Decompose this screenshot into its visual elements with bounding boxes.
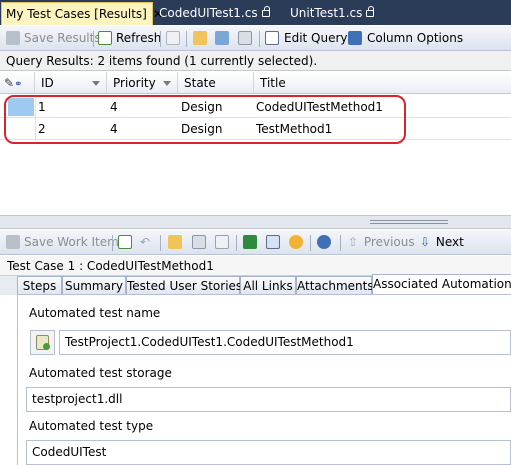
delete-icon[interactable] (215, 235, 229, 249)
send-email-icon[interactable] (289, 235, 303, 249)
work-item-toolbar: Save Work Item ↶ ⇧ Previous ⇩ Next (0, 230, 511, 255)
sort-arrow-icon (92, 81, 100, 86)
column-options-button[interactable]: Column Options (348, 26, 463, 50)
new-linked-item-icon[interactable] (168, 235, 182, 249)
tab-steps[interactable]: Steps (17, 276, 62, 295)
work-item-title: Test Case 1 : CodedUITestMethod1 (0, 256, 511, 276)
work-item-tabs: Steps Summary Tested User Stories All Li… (0, 274, 511, 295)
toolbar-separator (93, 31, 94, 47)
browse-automation-button[interactable] (30, 330, 55, 355)
automated-test-type-field[interactable]: CodedUITest (26, 440, 511, 465)
automated-test-name-label: Automated test name (29, 306, 161, 320)
copy-icon[interactable] (192, 235, 206, 249)
toolbar-separator (186, 31, 187, 47)
tab-all-links[interactable]: All Links (240, 276, 296, 295)
tab-tested-user-stories[interactable]: Tested User Stories (126, 276, 242, 295)
previous-label: Previous (363, 235, 415, 249)
column-header-state[interactable]: State (178, 72, 254, 94)
highlight-annotation (4, 95, 406, 144)
refresh-icon[interactable] (118, 235, 132, 249)
tab-associated-automation[interactable]: Associated Automation (372, 274, 511, 295)
document-tab-strip: My Test Cases [Results] ✕ CodedUITest1.cs… (0, 0, 511, 25)
tab-attachments[interactable]: Attachments (296, 276, 374, 295)
save-results-label: Save Results (24, 31, 101, 45)
save-work-item-button[interactable]: Save Work Item (6, 230, 119, 254)
automated-test-storage-label: Automated test storage (29, 366, 172, 380)
find-icon[interactable] (317, 235, 331, 249)
link-icon: ⚭ (14, 79, 23, 90)
column-options-icon (348, 31, 362, 45)
toolbar-separator (112, 235, 113, 251)
doc-tab-label: UnitTest1.cs (290, 6, 363, 20)
lock-icon (366, 6, 375, 17)
doc-tab-label: CodedUITest1.cs (159, 6, 258, 20)
excel-icon[interactable] (243, 235, 257, 249)
refresh-button[interactable]: Refresh (98, 26, 161, 50)
automated-test-name-field[interactable]: TestProject1.CodedUITest1.CodedUITestMet… (59, 330, 511, 355)
sort-arrow-icon (163, 81, 171, 86)
column-header-label: Priority (113, 76, 156, 90)
edit-query-icon (265, 31, 279, 45)
new-work-item-icon[interactable] (193, 31, 207, 45)
next-button[interactable]: ⇩ Next (420, 230, 464, 254)
delete-icon[interactable] (166, 31, 180, 45)
column-header-label: Title (260, 76, 286, 90)
column-header-title[interactable]: Title (254, 72, 511, 94)
previous-button[interactable]: ⇧ Previous (348, 230, 415, 254)
open-in-excel-icon[interactable] (215, 31, 229, 45)
save-results-button[interactable]: Save Results (6, 26, 101, 50)
toolbar-separator (259, 31, 260, 47)
edit-query-button[interactable]: Edit Query (265, 26, 348, 50)
lock-icon (261, 6, 270, 17)
toolbar-separator (236, 235, 237, 251)
doc-tab-unittest1[interactable]: UnitTest1.cs (290, 2, 375, 25)
toolbar-separator (160, 31, 161, 47)
splitter-grip[interactable] (370, 220, 448, 224)
save-work-item-label: Save Work Item (24, 235, 119, 249)
query-toolbar: Save Results Refresh Edit Query Column O… (0, 26, 511, 51)
edit-query-label: Edit Query (284, 31, 348, 45)
automated-test-type-label: Automated test type (29, 419, 154, 433)
tab-summary[interactable]: Summary (62, 276, 126, 295)
grid-header-indicators: ✎⚭ (0, 72, 35, 94)
toolbar-separator (340, 235, 341, 251)
refresh-label: Refresh (116, 31, 162, 45)
toolbar-separator (160, 235, 161, 251)
doc-tab-codeduitest1[interactable]: CodedUITest1.cs (159, 2, 270, 25)
column-header-label: ID (41, 76, 54, 90)
pencil-icon: ✎ (4, 76, 15, 90)
undo-icon[interactable]: ↶ (140, 235, 154, 249)
refresh-icon (98, 31, 112, 45)
toolbar-separator (310, 235, 311, 251)
save-icon (6, 235, 20, 249)
print-icon[interactable] (266, 235, 280, 249)
column-header-priority[interactable]: Priority (107, 72, 178, 94)
column-options-label: Column Options (367, 31, 464, 45)
doc-tab-label: My Test Cases [Results] (6, 7, 147, 21)
copy-icon[interactable] (238, 31, 252, 45)
save-icon (6, 31, 20, 45)
up-arrow-icon: ⇧ (348, 235, 359, 249)
query-results-status: Query Results: 2 items found (1 currentl… (0, 51, 511, 71)
automated-test-storage-field[interactable]: testproject1.dll (26, 387, 511, 412)
test-status-dot-icon (43, 343, 50, 350)
column-header-label: State (184, 76, 216, 90)
next-label: Next (435, 235, 464, 249)
doc-tab-my-test-cases[interactable]: My Test Cases [Results] ✕ (1, 2, 163, 25)
column-header-id[interactable]: ID (35, 72, 107, 94)
down-arrow-icon: ⇩ (420, 235, 431, 249)
